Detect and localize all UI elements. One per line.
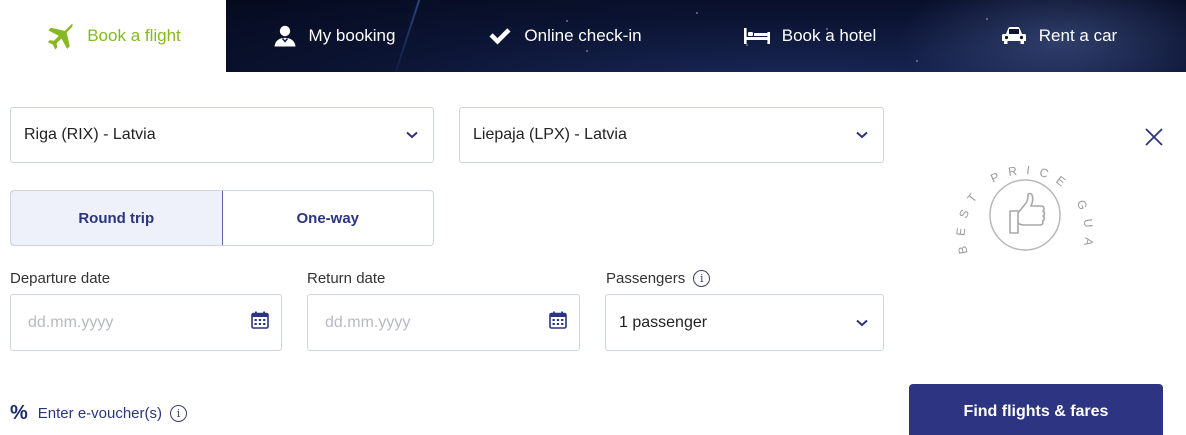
chevron-down-icon	[855, 128, 869, 142]
return-date-input[interactable]	[325, 313, 549, 332]
tab-book-flight[interactable]: Book a flight	[0, 0, 226, 72]
airplane-icon	[45, 21, 75, 51]
thumbs-up-icon	[1009, 192, 1046, 234]
find-flights-button[interactable]: Find flights & fares	[909, 384, 1163, 435]
percent-icon: %	[10, 402, 28, 424]
voucher-link[interactable]: % Enter e-voucher(s) i	[10, 402, 188, 425]
voucher-label: Enter e-voucher(s)	[37, 405, 163, 422]
car-icon	[1001, 26, 1027, 46]
chevron-down-icon	[855, 316, 869, 330]
tab-rent-car[interactable]: Rent a car	[932, 0, 1186, 72]
service-tabs: Book a flight My booking Online check-in	[0, 0, 1186, 72]
one-way-option[interactable]: One-way	[223, 191, 434, 245]
return-date-field	[307, 294, 580, 351]
tab-book-hotel[interactable]: Book a hotel	[688, 0, 932, 72]
best-price-guarantee-stamp: BEST PRICE GUARANTEE	[931, 132, 1110, 283]
origin-select[interactable]: Riga (RIX) - Latvia	[10, 107, 434, 163]
passengers-value: 1 passenger	[619, 313, 708, 331]
tab-online-checkin[interactable]: Online check-in	[442, 0, 688, 72]
departure-date-input[interactable]	[28, 313, 251, 332]
passengers-label: Passengers i	[606, 270, 711, 287]
tab-label: Book a flight	[87, 26, 181, 45]
trip-type-toggle: Round trip One-way	[10, 190, 434, 246]
passengers-select[interactable]: 1 passenger	[605, 294, 884, 351]
user-icon	[273, 24, 297, 48]
tab-label: Book a hotel	[781, 26, 877, 45]
info-icon[interactable]: i	[693, 270, 711, 287]
calendar-icon[interactable]	[549, 311, 567, 334]
close-icon[interactable]	[1143, 126, 1165, 148]
departure-date-label: Departure date	[10, 270, 111, 287]
round-trip-option[interactable]: Round trip	[11, 191, 223, 245]
tab-my-booking[interactable]: My booking	[226, 0, 442, 72]
checkmark-icon	[488, 26, 512, 46]
tab-label: My booking	[308, 26, 396, 45]
passengers-label-text: Passengers	[606, 270, 686, 287]
svg-text:BEST PRICE GUARANTEE: BEST PRICE GUARANTEE	[940, 143, 1097, 256]
departure-date-field	[10, 294, 282, 351]
stamp-text: BEST PRICE GUARANTEE	[931, 132, 1087, 256]
bed-icon	[743, 28, 770, 44]
destination-select[interactable]: Liepaja (LPX) - Latvia	[459, 107, 884, 163]
tab-label: Online check-in	[524, 26, 642, 45]
info-icon[interactable]: i	[170, 405, 188, 422]
return-date-label: Return date	[307, 270, 386, 287]
destination-value: Liepaja (LPX) - Latvia	[473, 126, 627, 143]
origin-value: Riga (RIX) - Latvia	[24, 126, 156, 143]
calendar-icon[interactable]	[251, 311, 269, 334]
tab-label: Rent a car	[1038, 26, 1118, 45]
chevron-down-icon	[405, 128, 419, 142]
